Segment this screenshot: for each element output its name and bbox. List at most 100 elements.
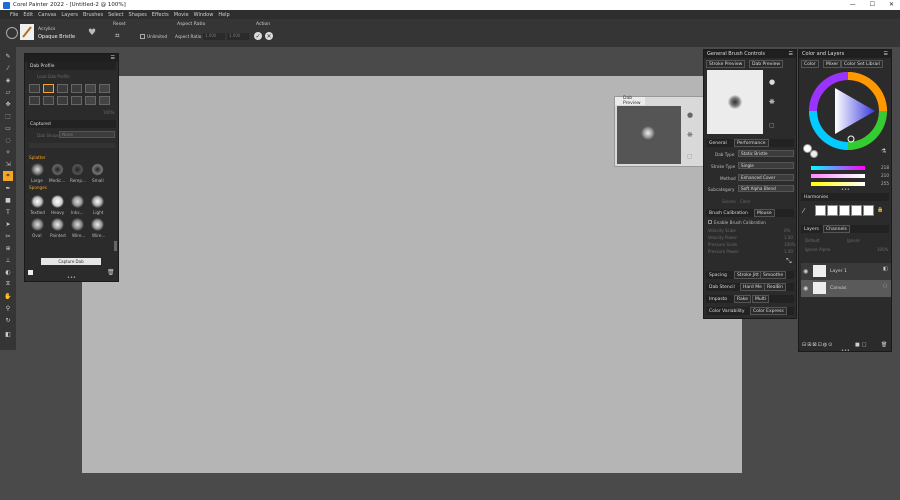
tab-mouse[interactable]: Mouse xyxy=(754,209,775,217)
blue-slider[interactable] xyxy=(811,182,865,186)
layer-name[interactable]: Layer 1 xyxy=(830,269,847,274)
harmony-swatch[interactable] xyxy=(839,205,850,216)
rubber-stamp-icon[interactable]: ⊥ xyxy=(3,255,13,265)
eraser-icon[interactable]: ▱ xyxy=(3,87,13,97)
harmony-swatch[interactable] xyxy=(815,205,826,216)
tab-color-set[interactable]: Color Set Librari xyxy=(841,60,884,68)
harmony-swatch[interactable] xyxy=(863,205,874,216)
profile-icon-11[interactable] xyxy=(85,96,96,105)
dab-preview-option-icon[interactable]: ▢ xyxy=(687,153,693,160)
brush-variant[interactable]: Opaque Bristle xyxy=(38,34,75,40)
menu-effects[interactable]: Effects xyxy=(152,12,169,18)
shape-icon[interactable]: ■ xyxy=(3,195,13,205)
panel-grip[interactable]: ••• xyxy=(67,275,76,281)
profile-icon-7[interactable] xyxy=(29,96,40,105)
pipette-icon[interactable]: ⁄ xyxy=(803,207,804,215)
height-field[interactable]: 1.000 xyxy=(227,33,249,40)
grabber-icon[interactable]: ✋ xyxy=(3,291,13,301)
minimize-button[interactable]: — xyxy=(850,1,856,8)
tab-multi[interactable]: Multi xyxy=(752,295,769,303)
menu-window[interactable]: Window xyxy=(194,12,214,18)
rotate-page-icon[interactable]: ↻ xyxy=(3,315,13,325)
tab-hard-media[interactable]: Hard Me xyxy=(740,283,765,291)
delete-layer-icon[interactable]: 🗑 xyxy=(881,342,887,348)
green-value[interactable]: 210 xyxy=(881,173,889,178)
layer-row-layer1[interactable]: ◉ Layer 1 ◧ xyxy=(801,263,891,280)
dab-wire-1[interactable] xyxy=(71,218,84,231)
dab-type-select[interactable]: Static Bristle xyxy=(738,150,794,157)
tab-dab-preview[interactable]: Dab Preview xyxy=(749,60,784,68)
dab-3d-icon[interactable]: ❋ xyxy=(687,131,693,139)
opacity-value[interactable]: 100% xyxy=(877,247,888,252)
subcategory-select[interactable]: Soft Alpha Blend xyxy=(738,185,794,192)
profile-icon-3[interactable] xyxy=(57,84,68,93)
magic-wand-icon[interactable]: ✧ xyxy=(3,147,13,157)
commit-icon[interactable]: ✓ xyxy=(254,32,262,40)
brush-icon[interactable]: ✎ xyxy=(3,51,13,61)
magnifier-icon[interactable]: ⚲ xyxy=(3,303,13,313)
brush-category[interactable]: Acrylics xyxy=(38,27,55,32)
tab-rake[interactable]: Rake xyxy=(734,295,751,303)
heart-icon[interactable]: ♥ xyxy=(88,28,96,38)
preview-2d-icon[interactable]: ● xyxy=(769,78,775,86)
crop-tool-icon[interactable]: ⌗ xyxy=(3,171,13,181)
menu-shapes[interactable]: Shapes xyxy=(129,12,147,18)
harmonies-section[interactable]: Harmonies xyxy=(801,193,889,201)
menu-movie[interactable]: Movie xyxy=(174,12,189,18)
color-swatches-icon[interactable]: ◧ xyxy=(3,329,13,339)
eye-icon[interactable]: ◉ xyxy=(803,285,808,292)
layer-lock-icon[interactable]: ◧ xyxy=(883,266,888,272)
tab-stroke-preview[interactable]: Stroke Preview xyxy=(706,60,746,68)
method-select[interactable]: Enhanced Cover xyxy=(738,174,794,181)
panel-grip[interactable]: ••• xyxy=(841,348,850,354)
selection-adjuster-icon[interactable]: ⇲ xyxy=(3,159,13,169)
tab-stroke-jitter[interactable]: Stroke Jitt xyxy=(734,271,762,279)
close-button[interactable]: ✕ xyxy=(889,1,894,8)
dab-heavy[interactable] xyxy=(51,195,64,208)
profile-icon-4[interactable] xyxy=(71,84,82,93)
dab-wire-2[interactable] xyxy=(91,218,104,231)
transform-icon[interactable]: ⬚ xyxy=(3,111,13,121)
grid-view-icon[interactable] xyxy=(28,270,33,275)
menu-canvas[interactable]: Canvas xyxy=(38,12,56,18)
profile-icon-10[interactable] xyxy=(71,96,82,105)
stroke-type-select[interactable]: Single xyxy=(738,162,794,169)
cancel-icon[interactable]: ✕ xyxy=(265,32,273,40)
color-wheel[interactable] xyxy=(809,72,887,150)
harmony-swatch[interactable] xyxy=(827,205,838,216)
tab-color[interactable]: Color xyxy=(801,60,819,68)
maximize-button[interactable]: ☐ xyxy=(870,1,875,8)
dab-size-slider[interactable] xyxy=(29,143,115,148)
dab-shape-select[interactable]: None xyxy=(59,131,115,138)
dab-light[interactable] xyxy=(91,195,104,208)
dab-small[interactable] xyxy=(91,163,104,176)
brush-tool-icon[interactable] xyxy=(6,27,18,39)
composite-method[interactable]: Default xyxy=(805,238,820,243)
menu-edit[interactable]: Edit xyxy=(23,12,33,18)
layer-actions-right[interactable]: ■□ xyxy=(855,342,868,348)
text-icon[interactable]: T xyxy=(3,207,13,217)
harmony-swatch[interactable] xyxy=(851,205,862,216)
dab-textled[interactable] xyxy=(31,195,44,208)
profile-icon-1[interactable] xyxy=(29,84,40,93)
dab-large[interactable] xyxy=(31,163,44,176)
mirror-icon[interactable]: ⧖ xyxy=(3,279,13,289)
additional-color-swatch[interactable] xyxy=(810,150,818,158)
tab-mixer[interactable]: Mixer xyxy=(823,60,842,68)
captured-scrollbar[interactable] xyxy=(114,241,117,251)
scissors-icon[interactable]: ✂ xyxy=(3,231,13,241)
layer-options-icon[interactable]: ◌ xyxy=(883,283,887,289)
shape-selection-icon[interactable]: ➤ xyxy=(3,219,13,229)
capture-dab-button[interactable]: Capture Dab xyxy=(41,258,101,265)
preview-3d-icon[interactable]: ❋ xyxy=(769,98,775,106)
eye-icon[interactable]: ◉ xyxy=(803,268,808,275)
cloner-icon[interactable]: ⊕ xyxy=(3,243,13,253)
profile-icon-8[interactable] xyxy=(43,96,54,105)
dodge-icon[interactable]: ◐ xyxy=(3,267,13,277)
menu-help[interactable]: Help xyxy=(218,12,229,18)
profile-icon-5[interactable] xyxy=(85,84,96,93)
preview-option-icon[interactable]: ▢ xyxy=(769,122,775,129)
dropper-icon[interactable]: ⁄ xyxy=(3,63,13,73)
menu-select[interactable]: Select xyxy=(108,12,123,18)
brush-calibration-section[interactable]: Brush Calibration xyxy=(706,209,794,217)
